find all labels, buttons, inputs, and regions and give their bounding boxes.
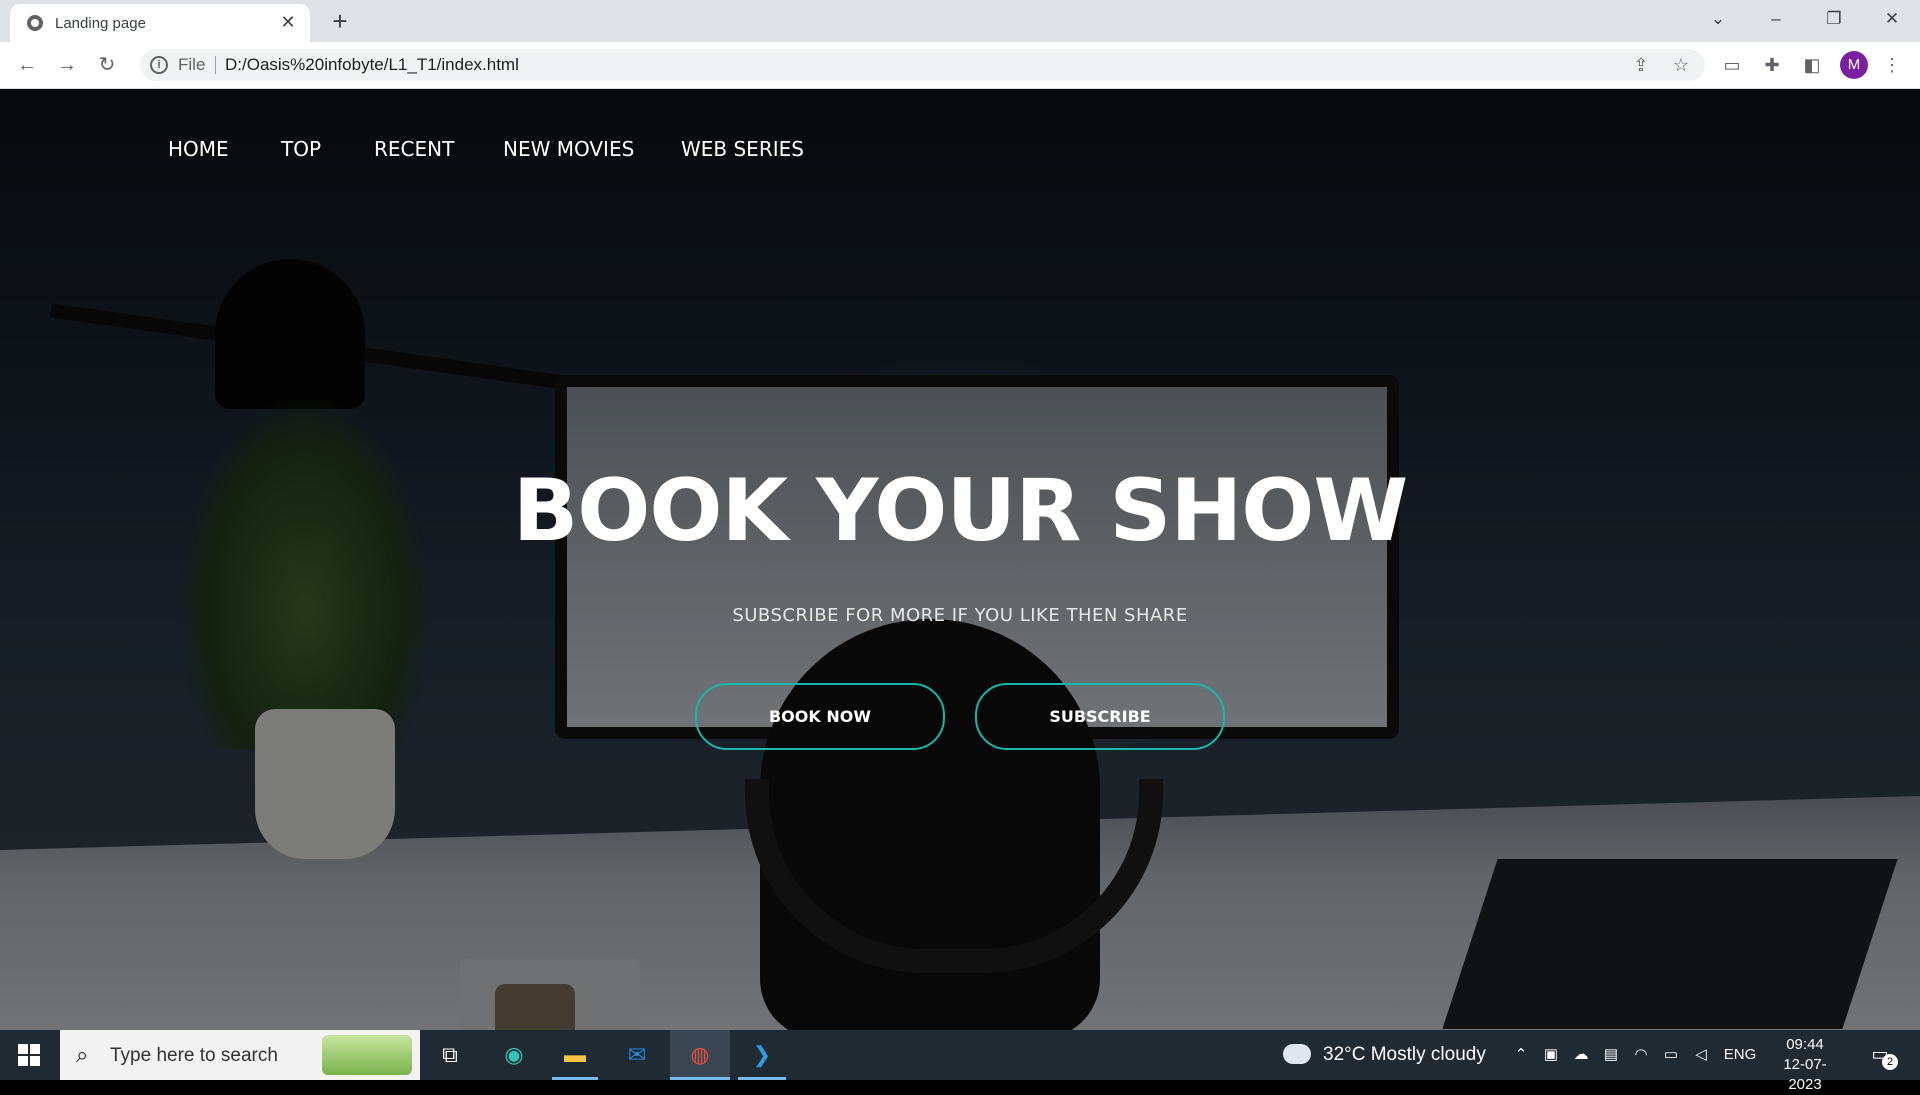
subscribe-button[interactable]: SUBSCRIBE <box>975 683 1225 750</box>
back-arrow-icon[interactable]: ← <box>13 51 41 79</box>
taskbar-search-box[interactable]: ⌕ Type here to search <box>60 1030 420 1080</box>
forward-arrow-icon[interactable]: → <box>53 51 81 79</box>
browser-toolbar: ← → ↻ i File D:/Oasis%20infobyte/L1_T1/i… <box>0 42 1920 89</box>
weather-text[interactable]: 32°C Mostly cloudy <box>1323 1044 1486 1066</box>
chrome-icon[interactable]: ◍ <box>670 1030 730 1080</box>
display-icon[interactable]: ▤ <box>1600 1045 1622 1065</box>
minimize-button[interactable]: – <box>1756 4 1796 34</box>
nav-top[interactable]: TOP <box>281 137 321 161</box>
task-view-icon[interactable]: ⧉ <box>433 1038 467 1072</box>
globe-icon <box>27 15 43 31</box>
nav-web-series[interactable]: WEB SERIES <box>681 137 804 161</box>
tab-search-chevron-icon[interactable]: ⌄ <box>1698 4 1738 34</box>
restore-button[interactable]: ❐ <box>1814 4 1854 34</box>
clock-time: 09:44 <box>1786 1036 1824 1053</box>
file-explorer-icon[interactable]: ▬ <box>558 1038 592 1072</box>
nav-recent[interactable]: RECENT <box>374 137 454 161</box>
search-placeholder: Type here to search <box>110 1045 278 1066</box>
puzzle-extensions-icon[interactable]: ✚ <box>1760 53 1784 77</box>
reload-icon[interactable]: ↻ <box>93 51 121 79</box>
vscode-icon[interactable]: ❯ <box>745 1038 779 1072</box>
hero-title: BOOK YOUR SHOW <box>512 461 1409 561</box>
side-panel-icon[interactable]: ◧ <box>1800 53 1824 77</box>
kebab-menu-icon[interactable]: ⋮ <box>1880 53 1904 77</box>
book-now-button[interactable]: BOOK NOW <box>695 683 945 750</box>
notification-count-badge: 2 <box>1882 1054 1898 1070</box>
bookmark-star-icon[interactable]: ☆ <box>1670 54 1692 76</box>
browser-tab-strip: Landing page ✕ + ⌄ – ❐ ✕ <box>0 0 1920 42</box>
mail-icon[interactable]: ✉ <box>620 1038 654 1072</box>
url-scheme-label: File <box>178 55 206 74</box>
extension-screen-icon[interactable]: ▭ <box>1720 53 1744 77</box>
browser-tab[interactable]: Landing page ✕ <box>10 4 310 42</box>
address-bar[interactable]: i File D:/Oasis%20infobyte/L1_T1/index.h… <box>140 49 1705 81</box>
address-separator <box>215 56 216 74</box>
search-icon: ⌕ <box>76 1042 89 1067</box>
search-highlight-image <box>322 1035 412 1075</box>
info-icon[interactable]: i <box>150 56 168 74</box>
new-tab-button[interactable]: + <box>325 6 355 36</box>
tab-title: Landing page <box>55 15 146 32</box>
windows-start-icon[interactable] <box>18 1044 40 1066</box>
edge-icon[interactable]: ◉ <box>497 1038 531 1072</box>
share-icon[interactable]: ⇪ <box>1630 54 1652 76</box>
hero-subtitle: SUBSCRIBE FOR MORE IF YOU LIKE THEN SHAR… <box>732 605 1188 626</box>
nav-new-movies[interactable]: NEW MOVIES <box>503 137 634 161</box>
close-tab-button[interactable]: ✕ <box>278 12 298 32</box>
battery-icon[interactable]: ▭ <box>1660 1045 1682 1065</box>
windows-taskbar: ⌕ Type here to search ⧉ ◉ ▬ ✉ ◍ ❯ 32°C M… <box>0 1030 1920 1093</box>
meet-now-icon[interactable]: ▣ <box>1540 1045 1562 1065</box>
nav-home[interactable]: HOME <box>168 137 229 161</box>
system-clock[interactable]: 09:44 12-07-2023 <box>1770 1035 1840 1095</box>
weather-cloud-icon <box>1283 1044 1311 1064</box>
onedrive-cloud-icon[interactable]: ☁ <box>1570 1045 1592 1065</box>
profile-avatar[interactable]: M <box>1840 51 1868 79</box>
page-viewport: HOME TOP RECENT NEW MOVIES WEB SERIES BO… <box>0 89 1920 1030</box>
language-indicator[interactable]: ENG <box>1722 1045 1758 1065</box>
show-hidden-icons-chevron-icon[interactable]: ⌃ <box>1510 1045 1532 1065</box>
wifi-icon[interactable]: ◠ <box>1630 1045 1652 1065</box>
url-text[interactable]: D:/Oasis%20infobyte/L1_T1/index.html <box>225 55 519 75</box>
clock-date: 12-07-2023 <box>1783 1056 1827 1093</box>
close-window-button[interactable]: ✕ <box>1872 4 1912 34</box>
volume-icon[interactable]: ◁ <box>1690 1045 1712 1065</box>
